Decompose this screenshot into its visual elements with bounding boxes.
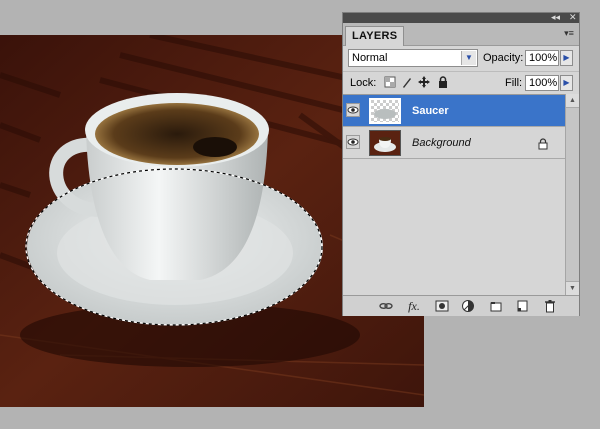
lock-transparent-pixels-icon[interactable] xyxy=(384,76,396,88)
panel-menu-icon[interactable]: ▾≡ xyxy=(563,28,575,38)
layer-row-background[interactable]: Background xyxy=(343,127,565,159)
fx-icon[interactable]: fx. xyxy=(407,299,421,313)
layer-lock-icon xyxy=(538,137,548,150)
close-icon[interactable]: ✕ xyxy=(569,11,577,23)
blend-mode-value: Normal xyxy=(352,52,388,64)
new-group-icon[interactable] xyxy=(489,299,503,313)
layers-panel: ◂◂ ✕ LAYERS ▾≡ Normal ▼ Opacity: 100% ▶ … xyxy=(342,12,580,316)
lock-fill-row: Lock: Fill: 100% ▶ xyxy=(343,71,579,94)
visibility-eye-icon[interactable] xyxy=(346,103,360,117)
blend-mode-select[interactable]: Normal ▼ xyxy=(348,49,478,67)
tab-layers[interactable]: LAYERS xyxy=(345,26,405,46)
layers-list: Saucer Background xyxy=(343,94,565,296)
collapse-icon[interactable]: ◂◂ xyxy=(551,11,560,23)
lock-image-pixels-icon[interactable] xyxy=(401,76,413,88)
adjustment-layer-icon[interactable] xyxy=(461,299,475,313)
chevron-down-icon[interactable]: ▼ xyxy=(461,51,476,65)
layers-scrollbar[interactable]: ▲ ▼ xyxy=(565,94,579,295)
opacity-field[interactable]: 100% xyxy=(525,50,559,66)
link-layers-icon[interactable] xyxy=(379,299,393,313)
layer-thumbnail-background xyxy=(369,130,401,156)
layers-bottom-toolbar: fx. xyxy=(343,295,579,316)
opacity-label: Opacity: xyxy=(483,52,524,64)
layer-row-saucer[interactable]: Saucer xyxy=(343,95,565,127)
layer-thumbnail-saucer xyxy=(369,98,401,124)
layer-name-saucer[interactable]: Saucer xyxy=(412,104,449,118)
fill-label: Fill: xyxy=(505,77,523,89)
lock-label: Lock: xyxy=(350,77,377,89)
visibility-eye-icon[interactable] xyxy=(346,135,360,149)
fill-field[interactable]: 100% xyxy=(525,75,559,91)
scroll-down-icon[interactable]: ▼ xyxy=(566,281,579,295)
panel-title-bar[interactable]: ◂◂ ✕ xyxy=(343,11,579,23)
new-layer-icon[interactable] xyxy=(515,299,529,313)
layer-name-background[interactable]: Background xyxy=(412,136,471,150)
layer-mask-icon[interactable] xyxy=(435,299,449,313)
panel-tab-bar: LAYERS ▾≡ xyxy=(343,23,579,46)
opacity-slider-arrow-icon[interactable]: ▶ xyxy=(560,50,573,66)
lock-position-icon[interactable] xyxy=(418,76,430,88)
lock-all-icon[interactable] xyxy=(437,76,449,88)
blend-opacity-row: Normal ▼ Opacity: 100% ▶ xyxy=(343,46,579,70)
fill-slider-arrow-icon[interactable]: ▶ xyxy=(560,75,573,91)
scroll-up-icon[interactable]: ▲ xyxy=(566,94,579,108)
delete-layer-icon[interactable] xyxy=(543,299,557,313)
